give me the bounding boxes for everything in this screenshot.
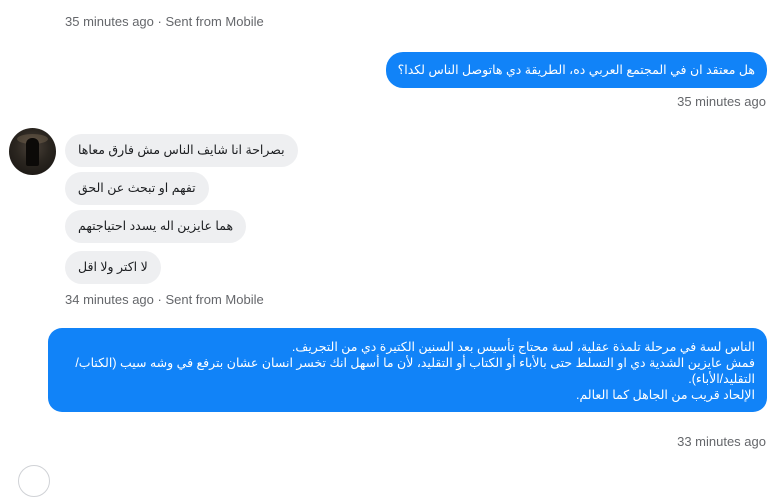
avatar-figure: [26, 138, 39, 166]
outgoing-message-bubble[interactable]: الناس لسة في مرحلة تلمذة عقلية، لسة محتا…: [48, 328, 767, 412]
message-line: التقليد/الأباء).: [688, 372, 755, 386]
incoming-message-bubble[interactable]: تفهم او تبحث عن الحق: [65, 172, 209, 205]
incoming-message-bubble[interactable]: بصراحة انا شايف الناس مش فارق معاها: [65, 134, 298, 167]
message-timestamp: 34 minutes ago · Sent from Mobile: [65, 292, 264, 307]
message-timestamp: 35 minutes ago · Sent from Mobile: [65, 14, 264, 29]
sender-avatar[interactable]: [9, 128, 56, 175]
incoming-message-bubble[interactable]: لا اكتر ولا اقل: [65, 251, 161, 284]
incoming-message-bubble[interactable]: هما عايزين اله يسدد احتياجتهم: [65, 210, 247, 243]
message-timestamp: 35 minutes ago: [677, 94, 766, 109]
outgoing-message-bubble[interactable]: هل معتقد ان في المجتمع العربي ده، الطريق…: [385, 52, 767, 88]
message-timestamp: 33 minutes ago: [677, 434, 766, 449]
message-line: الناس لسة في مرحلة تلمذة عقلية، لسة محتا…: [291, 340, 755, 354]
message-line: فمش عايزين الشدية دي او التسلط حتى بالأب…: [75, 356, 755, 370]
message-line: الإلحاد قريب من الجاهل كما العالم.: [576, 388, 755, 402]
